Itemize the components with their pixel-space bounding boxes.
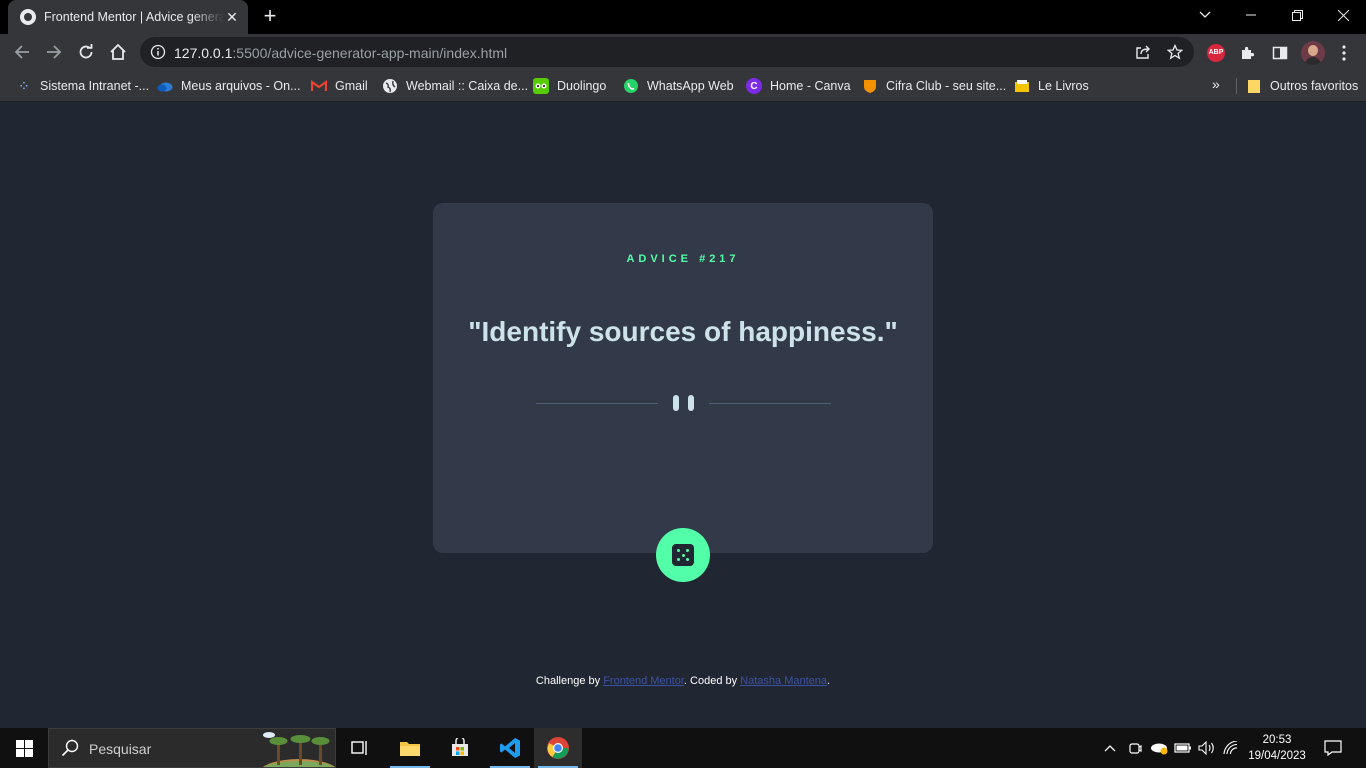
browser-toolbar: 127.0.0.1:5500/advice-generator-app-main… <box>0 34 1366 70</box>
bookmark-item[interactable]: Cifra Club - seu site... <box>862 76 1006 96</box>
url-text[interactable]: 127.0.0.1:5500/advice-generator-app-main… <box>174 45 507 61</box>
bookmark-item[interactable]: Webmail :: Caixa de... <box>382 76 528 96</box>
dice-button[interactable] <box>656 528 710 582</box>
bookmark-item[interactable]: Gmail <box>311 76 368 96</box>
frontend-mentor-link[interactable]: Frontend Mentor <box>603 675 684 687</box>
site-info-icon[interactable] <box>150 44 166 65</box>
bookmark-star-icon[interactable] <box>1166 43 1184 61</box>
search-highlight-icon <box>262 732 335 767</box>
advice-card: ADVICE #217 "Identify sources of happine… <box>433 203 933 553</box>
restore-button[interactable] <box>1274 0 1320 30</box>
more-bookmarks-chevron-icon[interactable]: » <box>1212 76 1220 92</box>
wifi-icon[interactable] <box>1220 728 1242 768</box>
bookmark-item[interactable]: C Home - Canva <box>746 76 851 96</box>
onedrive-sync-icon[interactable] <box>1148 728 1170 768</box>
whatsapp-icon <box>623 78 639 94</box>
bookmarks-divider <box>1236 78 1237 94</box>
page-viewport: ADVICE #217 "Identify sources of happine… <box>0 103 1366 728</box>
pause-icon <box>688 395 694 411</box>
minimize-button[interactable] <box>1228 0 1274 30</box>
show-hidden-icons-chevron-icon[interactable] <box>1100 728 1120 768</box>
frontend-mentor-favicon-icon <box>20 9 36 25</box>
vscode-icon[interactable] <box>486 728 534 768</box>
extensions-puzzle-icon[interactable] <box>1237 42 1259 64</box>
dice-icon <box>672 544 694 566</box>
browser-tab-strip: Frontend Mentor | Advice generator app ✕… <box>0 0 1366 34</box>
globe-icon <box>382 78 398 94</box>
file-explorer-icon[interactable] <box>386 728 434 768</box>
battery-icon[interactable] <box>1172 728 1194 768</box>
bookmark-item[interactable]: Duolingo <box>533 76 606 96</box>
close-window-button[interactable] <box>1320 0 1366 30</box>
advice-quote: "Identify sources of happiness." <box>468 316 898 347</box>
adblock-plus-icon[interactable]: ABP <box>1205 42 1227 64</box>
meet-now-icon[interactable] <box>1124 728 1146 768</box>
reload-button[interactable] <box>72 38 100 66</box>
search-icon <box>61 739 79 762</box>
cifraclub-icon <box>862 78 878 94</box>
tab-search-icon[interactable] <box>1182 0 1228 30</box>
duolingo-icon <box>533 78 549 94</box>
divider-line-right <box>709 403 831 404</box>
home-button[interactable] <box>104 38 132 66</box>
task-view-icon[interactable] <box>336 728 384 768</box>
taskbar-search-input[interactable]: Pesquisar <box>48 728 336 768</box>
bookmark-item[interactable]: Le Livros <box>1014 76 1089 96</box>
new-tab-button[interactable]: + <box>258 5 282 29</box>
gmail-icon <box>311 78 327 94</box>
windows-taskbar: Pesquisar 20:53 19/04/2023 <box>0 728 1366 768</box>
divider-line-left <box>536 403 658 404</box>
browser-tab[interactable]: Frontend Mentor | Advice generator app ✕ <box>8 0 248 34</box>
advice-id-label: ADVICE #217 <box>626 253 740 265</box>
forward-button[interactable] <box>40 38 68 66</box>
windows-start-icon[interactable] <box>0 728 48 768</box>
intranet-icon: ⁘ <box>19 80 29 92</box>
onedrive-icon <box>157 78 173 94</box>
pause-icon <box>673 395 679 411</box>
share-icon[interactable] <box>1134 43 1152 61</box>
tab-close-icon[interactable]: ✕ <box>224 9 240 25</box>
clock[interactable]: 20:53 19/04/2023 <box>1240 732 1314 764</box>
side-panel-icon[interactable] <box>1269 42 1291 64</box>
bookmark-item[interactable]: ⁘ Sistema Intranet -... <box>16 76 149 96</box>
tab-title: Frontend Mentor | Advice generator app <box>44 10 224 24</box>
folder-icon <box>1246 78 1262 94</box>
attribution: Challenge by Frontend Mentor. Coded by N… <box>535 675 831 687</box>
microsoft-store-icon[interactable] <box>436 728 484 768</box>
volume-icon[interactable] <box>1196 728 1218 768</box>
back-button[interactable] <box>8 38 36 66</box>
canva-icon: C <box>746 78 762 94</box>
bookmarks-bar: ⁘ Sistema Intranet -... Meus arquivos - … <box>0 70 1366 102</box>
pattern-divider <box>536 394 831 412</box>
address-bar[interactable]: 127.0.0.1:5500/advice-generator-app-main… <box>140 37 1194 67</box>
browser-menu-icon[interactable] <box>1333 42 1355 64</box>
profile-avatar[interactable] <box>1301 41 1325 65</box>
chrome-icon[interactable] <box>534 728 582 768</box>
author-link[interactable]: Natasha Mantena <box>740 675 827 687</box>
other-bookmarks-folder[interactable]: Outros favoritos <box>1246 76 1358 96</box>
bookmark-item[interactable]: WhatsApp Web <box>623 76 734 96</box>
bookmark-item[interactable]: Meus arquivos - On... <box>157 76 301 96</box>
notification-center-icon[interactable] <box>1318 728 1348 768</box>
lelivros-icon <box>1014 78 1030 94</box>
